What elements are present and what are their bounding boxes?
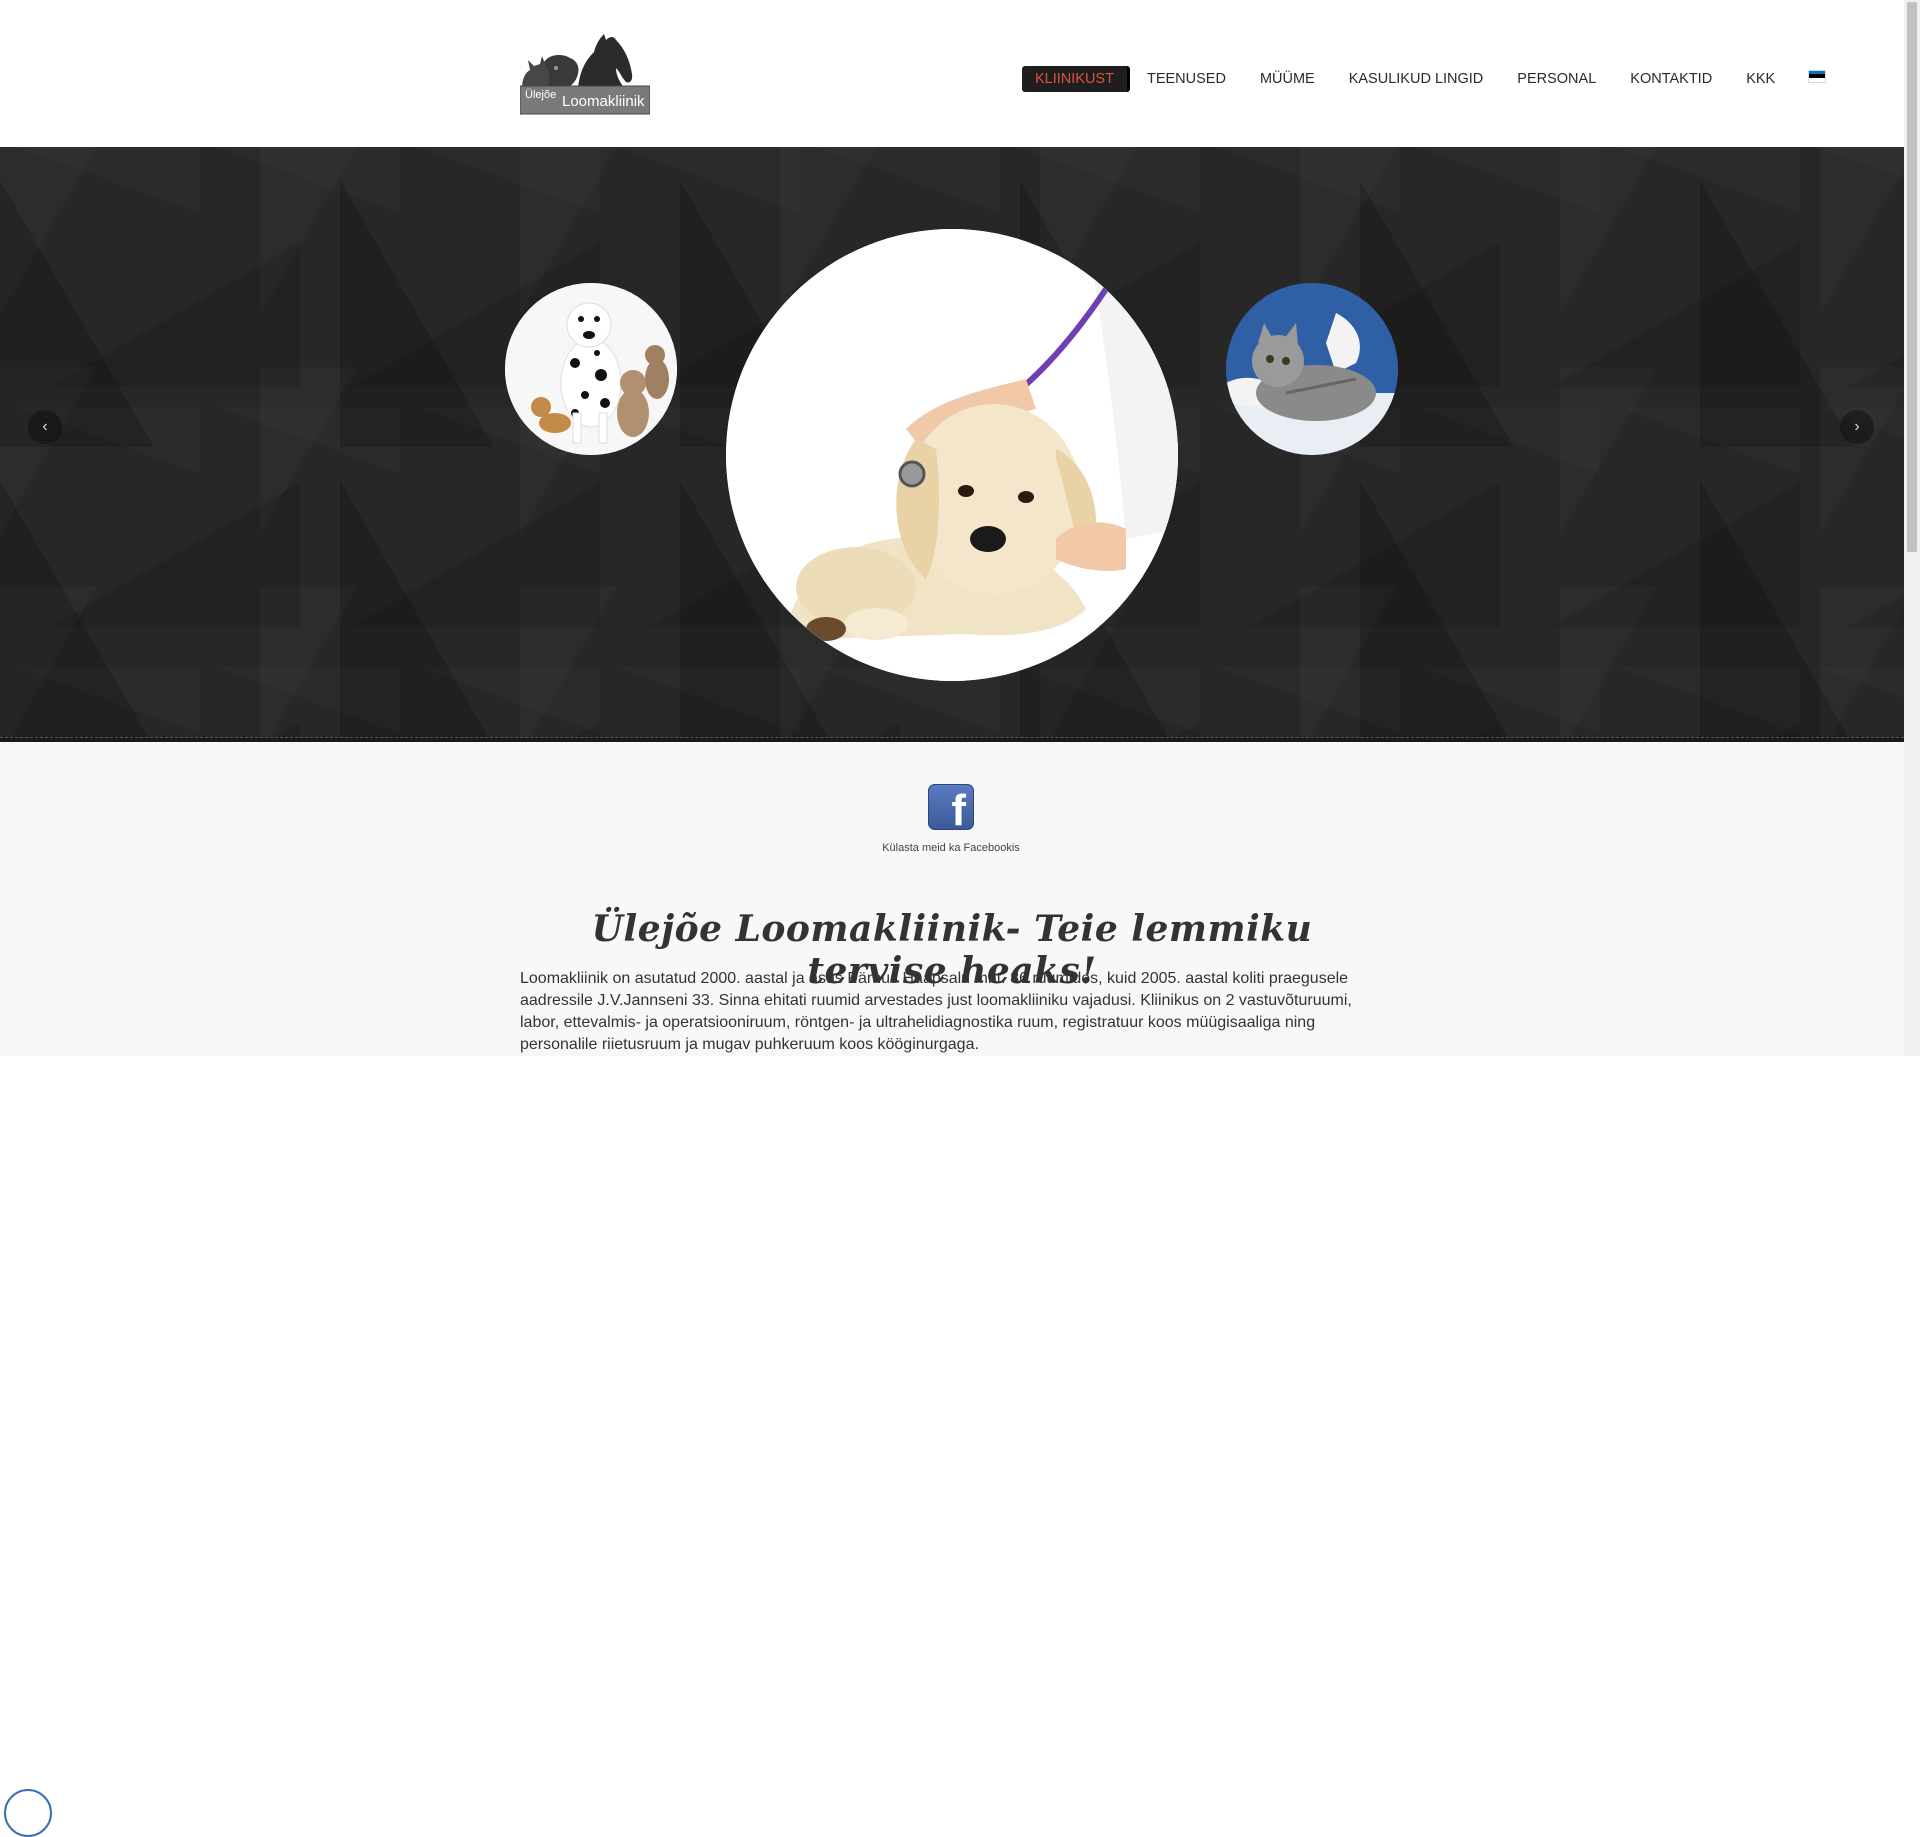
nav-item-kasulikud-lingid[interactable]: KASULIKUD LINGID	[1332, 66, 1501, 92]
site-logo[interactable]: Ülejõe Loomakliinik	[520, 30, 650, 116]
flag-stripe-white	[1809, 77, 1826, 82]
logo-small-text: Ülejõe	[525, 89, 557, 101]
main-navigation: KLIINIKUST TEENUSED MÜÜME KASULIKUD LING…	[1022, 66, 1826, 92]
slide-thumbnail-right[interactable]	[1226, 283, 1398, 455]
facebook-icon[interactable]: f	[928, 784, 974, 830]
scrollbar-thumb[interactable]	[1907, 2, 1917, 552]
hero-slider: ‹ ›	[0, 147, 1904, 742]
site-header: Ülejõe Loomakliinik KLIINIKUST TEENUSED …	[0, 0, 1904, 147]
logo-wordmark: Ülejõe Loomakliinik	[520, 88, 650, 114]
cat-vet-image	[1226, 283, 1398, 455]
page-scrollbar[interactable]	[1904, 0, 1920, 1056]
estonian-flag-icon[interactable]	[1809, 70, 1826, 82]
nav-item-personal[interactable]: PERSONAL	[1500, 66, 1613, 92]
nav-item-kkk[interactable]: KKK	[1729, 66, 1792, 92]
intro-paragraph: Loomakliinik on asutatud 2000. aastal ja…	[520, 970, 1352, 1053]
dalmatian-cats-image	[505, 283, 677, 455]
chevron-left-icon: ‹	[42, 418, 48, 435]
nav-item-teenused[interactable]: TEENUSED	[1130, 66, 1243, 92]
nav-item-muume[interactable]: MÜÜME	[1243, 66, 1332, 92]
logo-big-text: Loomakliinik	[562, 93, 645, 110]
slide-main-image[interactable]	[726, 229, 1178, 681]
slider-next-button[interactable]: ›	[1840, 410, 1874, 444]
nav-item-kliinikust[interactable]: KLIINIKUST	[1022, 66, 1130, 92]
slide-thumbnail-left[interactable]	[505, 283, 677, 455]
chevron-right-icon: ›	[1854, 418, 1860, 435]
nav-item-kontaktid[interactable]: KONTAKTID	[1613, 66, 1729, 92]
main-content: f Külasta meid ka Facebookis Ülejõe Loom…	[0, 742, 1904, 1837]
facebook-caption[interactable]: Külasta meid ka Facebookis	[800, 842, 1102, 854]
puppy-stethoscope-image	[726, 229, 1178, 681]
slider-prev-button[interactable]: ‹	[28, 410, 62, 444]
chat-widget-icon[interactable]	[4, 1789, 52, 1837]
